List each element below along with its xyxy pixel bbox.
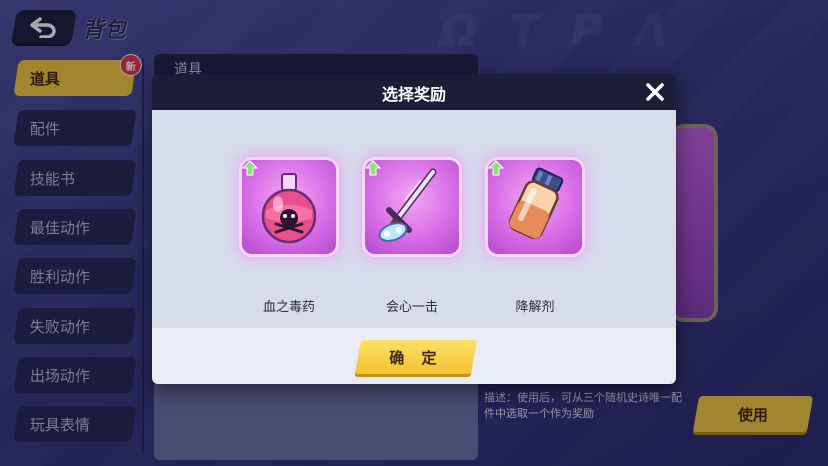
upgrade-arrow-icon <box>242 160 258 176</box>
reward-name: 降解剂 <box>515 300 555 315</box>
confirm-button-label: 确 定 <box>389 349 443 367</box>
upgrade-arrow-icon <box>365 160 381 176</box>
modal-header: 选择奖励 <box>152 74 676 110</box>
reward-card-poison[interactable] <box>242 160 336 254</box>
close-icon <box>646 83 664 101</box>
reward-card-critical-strike[interactable] <box>365 160 459 254</box>
upgrade-arrow-icon <box>488 160 504 176</box>
modal-title: 选择奖励 <box>381 85 446 104</box>
modal-body: 血之毒药 会心一击 降解剂 <box>152 110 676 356</box>
reward-select-modal: 选择奖励 血之毒药 会心一击 降解剂 确 定 <box>152 74 676 384</box>
close-button[interactable] <box>642 79 668 105</box>
reward-name: 血之毒药 <box>262 300 315 315</box>
reward-name: 会心一击 <box>385 300 438 315</box>
confirm-button[interactable]: 确 定 <box>355 340 477 374</box>
reward-card-degrader[interactable] <box>488 160 582 254</box>
